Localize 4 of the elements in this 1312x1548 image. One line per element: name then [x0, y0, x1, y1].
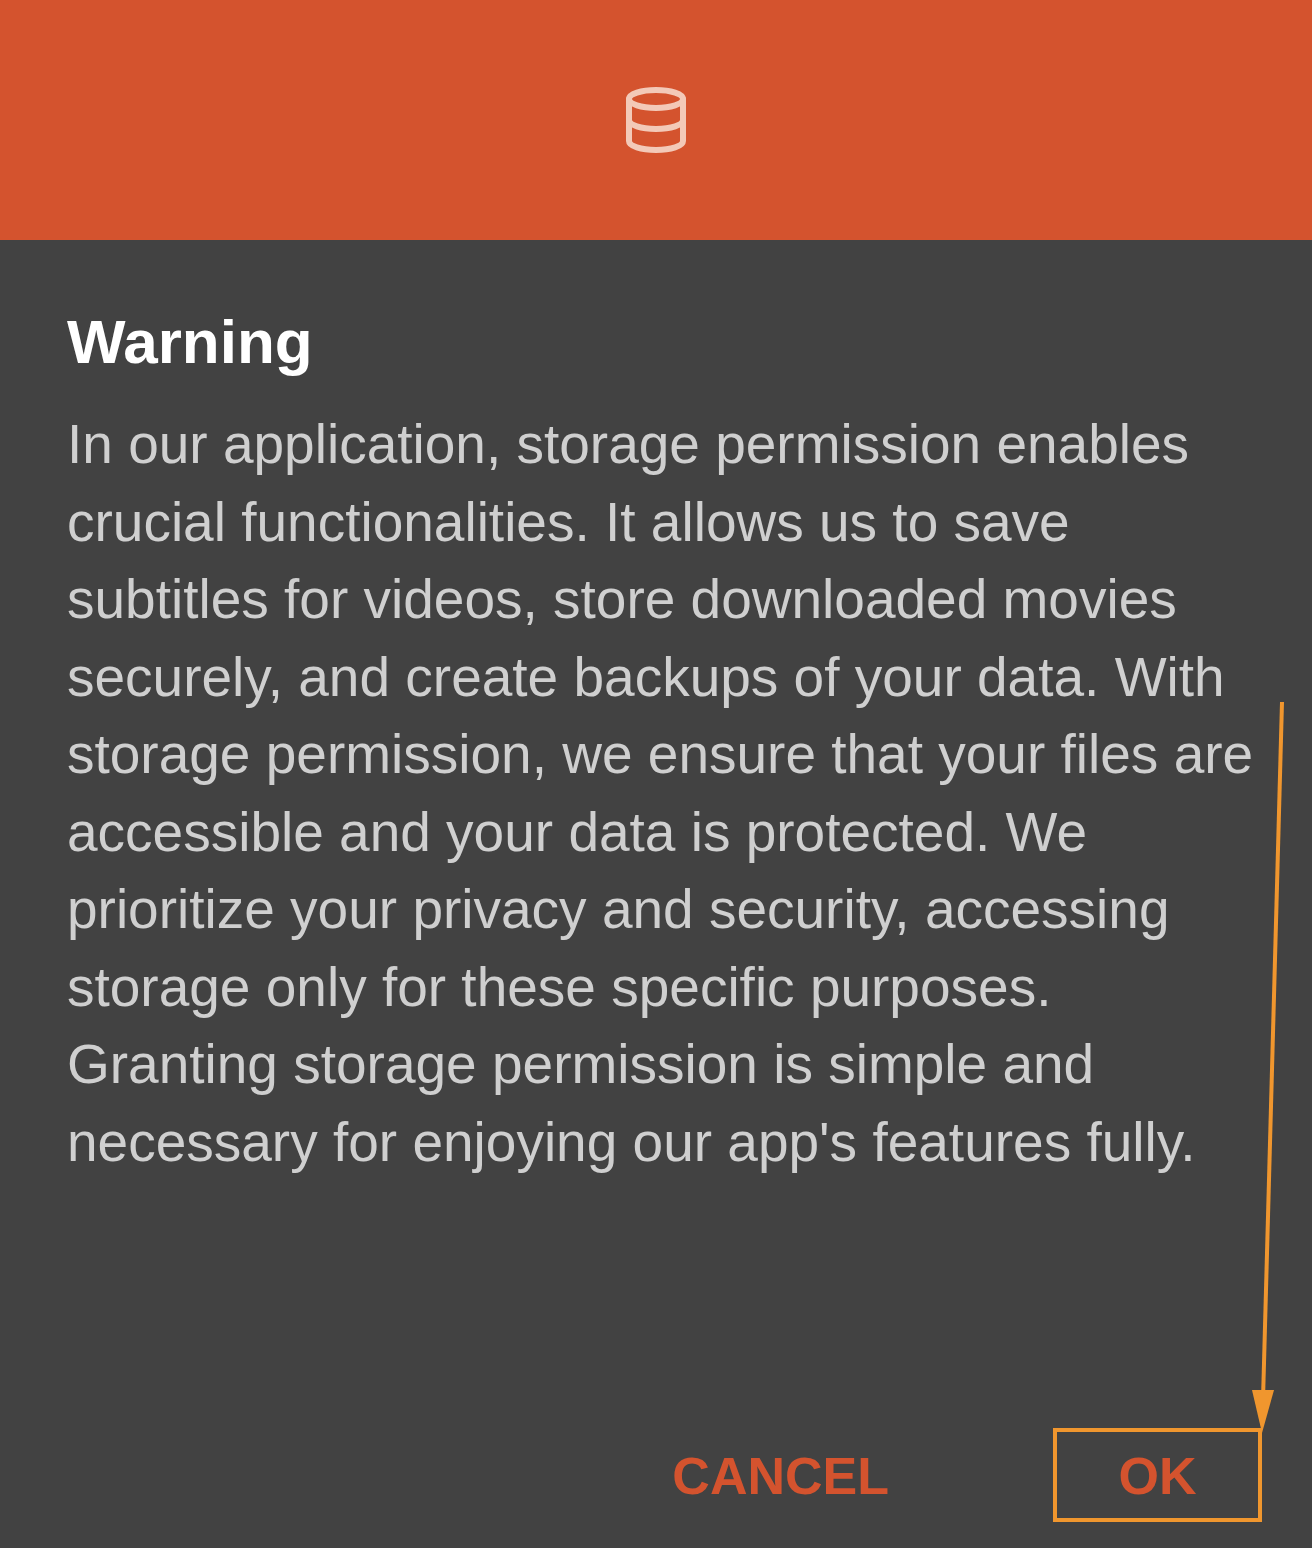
cancel-button[interactable]: CANCEL [618, 1428, 943, 1522]
ok-button[interactable]: OK [1053, 1428, 1262, 1522]
dialog-message: In our application, storage permission enables crucial functionalities. It allows us to save subtitles for videos, store downloaded movies securely, and create backups of your data. With storage permission, we ensure that your files are accessible and your data is protected. We prioritize your privacy and security, accessing storage only for these specific purposes. Granting storage permission is simple and necessary for enjoying our app's features fully. [67, 412, 1255, 1175]
dialog-title: Warning [67, 306, 314, 378]
